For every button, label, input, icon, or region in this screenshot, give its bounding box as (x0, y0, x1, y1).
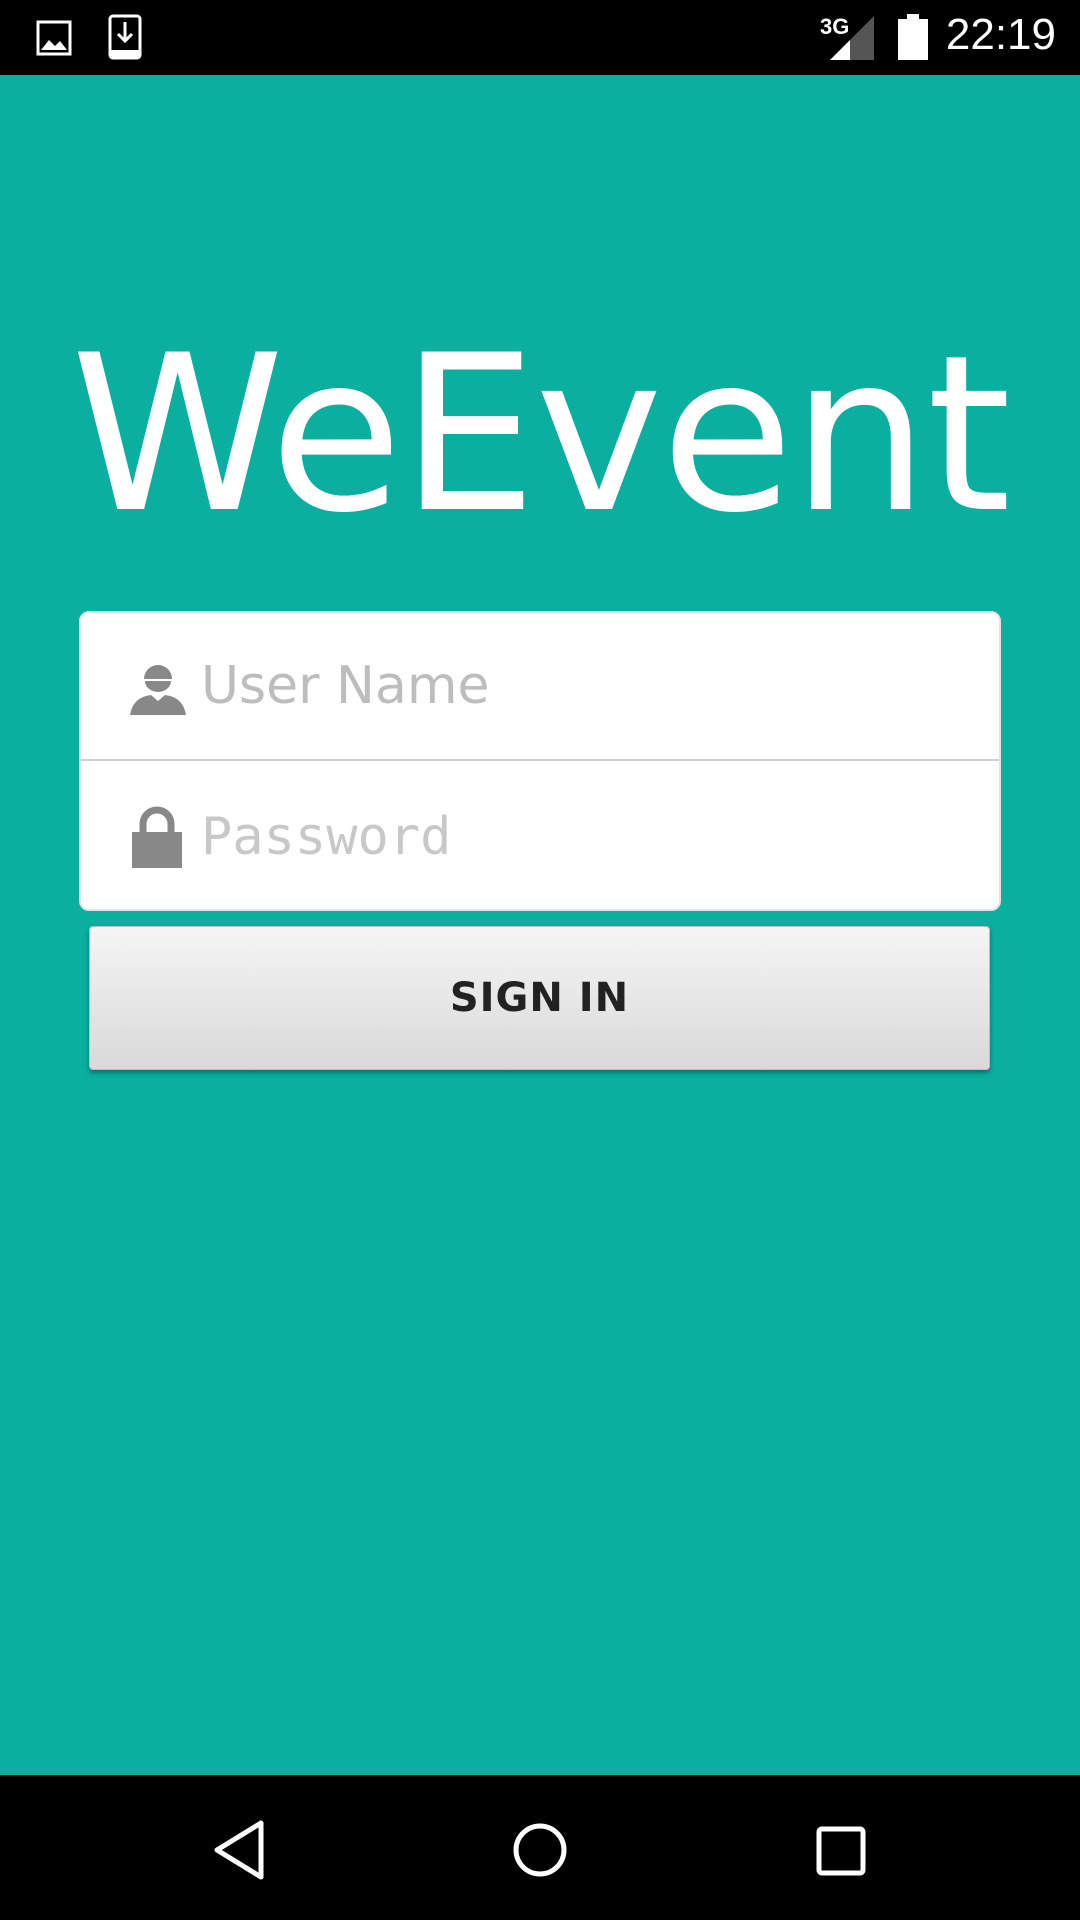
recents-icon[interactable] (805, 1815, 875, 1885)
login-form (79, 611, 1001, 911)
screen: 3G 22:19 WeEvent User Name SIGN IN (0, 0, 1080, 1920)
password-input[interactable] (201, 762, 979, 909)
battery-icon (898, 14, 928, 60)
user-icon (130, 665, 186, 715)
lock-icon (132, 806, 182, 868)
app-title: WeEvent (70, 309, 1012, 560)
back-icon[interactable] (205, 1815, 275, 1885)
image-notification-icon (36, 20, 72, 56)
password-row (81, 762, 999, 909)
username-row (81, 613, 999, 761)
login-screen: WeEvent SIGN IN (0, 75, 1080, 1775)
username-input[interactable] (201, 613, 979, 759)
status-bar: 3G 22:19 (0, 0, 1080, 75)
home-icon[interactable] (505, 1815, 575, 1885)
signal-3g-icon (830, 16, 874, 60)
navigation-bar (0, 1775, 1080, 1920)
download-notification-icon (108, 14, 142, 60)
clock: 22:19 (945, 10, 1056, 59)
sign-in-button[interactable]: SIGN IN (89, 926, 990, 1070)
